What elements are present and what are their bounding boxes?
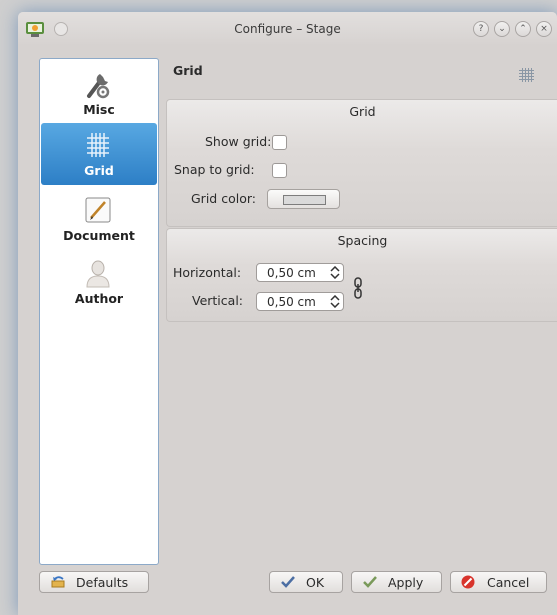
sidebar-item-label: Misc <box>83 102 115 117</box>
grid-icon <box>87 133 109 157</box>
document-icon <box>85 197 111 223</box>
close-button[interactable]: × <box>536 21 552 37</box>
apply-button[interactable]: Apply <box>351 571 442 593</box>
vertical-spinbox[interactable]: 0,50 cm <box>256 292 344 311</box>
sidebar-item-label: Document <box>63 228 135 243</box>
grid-color-swatch <box>283 195 326 205</box>
vertical-label: Vertical: <box>192 293 244 308</box>
wrench-icon <box>87 74 110 99</box>
undo-icon <box>51 576 65 588</box>
show-grid-checkbox[interactable] <box>272 135 287 150</box>
title-bar: Configure – Stage ? ⌄ ⌃ × <box>18 12 557 46</box>
grid-group: Grid Show grid: Snap to grid: Grid color… <box>166 99 557 227</box>
grid-icon <box>519 68 534 82</box>
ok-button[interactable]: OK <box>269 571 343 593</box>
cancel-icon <box>461 575 475 589</box>
spin-arrows-icon[interactable] <box>330 295 340 308</box>
horizontal-value: 0,50 cm <box>267 266 316 280</box>
horizontal-label: Horizontal: <box>173 265 242 280</box>
checkmark-icon <box>281 576 295 588</box>
defaults-button-label: Defaults <box>76 575 129 590</box>
chain-link-icon[interactable] <box>354 277 362 299</box>
maximize-button[interactable]: ⌃ <box>515 21 531 37</box>
minimize-button[interactable]: ⌄ <box>494 21 510 37</box>
sidebar-item-document[interactable]: Document <box>41 188 157 250</box>
snap-to-grid-label: Snap to grid: <box>174 162 255 177</box>
defaults-button[interactable]: Defaults <box>39 571 149 593</box>
configure-dialog: Configure – Stage ? ⌄ ⌃ × Misc Grid Docu… <box>18 12 557 615</box>
spin-arrows-icon[interactable] <box>330 266 340 279</box>
apply-button-label: Apply <box>388 575 424 590</box>
sidebar-item-label: Grid <box>84 163 114 178</box>
sidebar-item-author[interactable]: Author <box>41 251 157 313</box>
sidebar-item-misc[interactable]: Misc <box>41 62 157 124</box>
snap-to-grid-checkbox[interactable] <box>272 163 287 178</box>
help-button[interactable]: ? <box>473 21 489 37</box>
grid-group-title: Grid <box>349 104 376 119</box>
grid-color-button[interactable] <box>267 189 340 209</box>
show-grid-label: Show grid: <box>205 134 272 149</box>
page-title: Grid <box>173 63 203 78</box>
grid-color-label: Grid color: <box>191 191 256 206</box>
spacing-group: Spacing Horizontal: 0,50 cm Vertical: 0,… <box>166 228 557 322</box>
user-icon <box>86 260 110 288</box>
spacing-group-title: Spacing <box>337 233 388 248</box>
horizontal-spinbox[interactable]: 0,50 cm <box>256 263 344 282</box>
vertical-value: 0,50 cm <box>267 295 316 309</box>
sidebar-item-label: Author <box>74 291 124 306</box>
cancel-button-label: Cancel <box>487 575 530 590</box>
page-list: Misc Grid Document Author <box>39 58 159 565</box>
checkmark-icon <box>363 576 377 588</box>
cancel-button[interactable]: Cancel <box>450 571 547 593</box>
ok-button-label: OK <box>306 575 325 590</box>
sidebar-item-grid[interactable]: Grid <box>41 123 157 185</box>
